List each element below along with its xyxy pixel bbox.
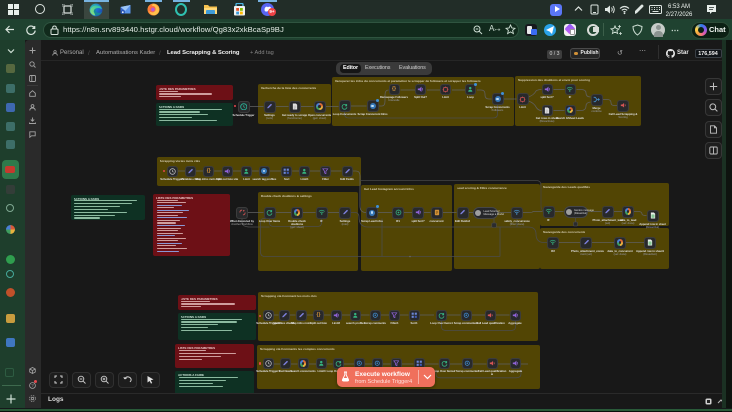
svg-text:?: ?	[31, 383, 34, 388]
